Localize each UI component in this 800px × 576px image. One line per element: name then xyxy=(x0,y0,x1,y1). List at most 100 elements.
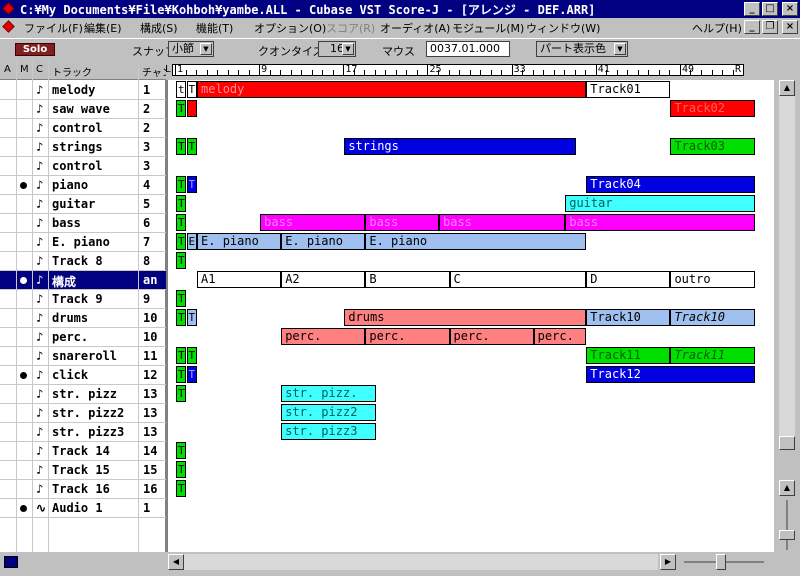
track-row[interactable]: ♪ str. pizz2 13 xyxy=(0,404,166,423)
track-channel[interactable]: 6 xyxy=(143,216,165,230)
track-name[interactable]: snareroll xyxy=(52,349,136,363)
arrange-part[interactable]: T xyxy=(186,366,197,383)
track-name[interactable]: str. pizz3 xyxy=(52,425,136,439)
track-name[interactable]: melody xyxy=(52,83,136,97)
arrange-part[interactable]: guitar xyxy=(565,195,755,212)
arrange-part[interactable]: perc. xyxy=(281,328,366,345)
track-channel[interactable]: 15 xyxy=(143,463,165,477)
doc-minimize-button[interactable]: _ xyxy=(744,20,760,34)
arrange-part[interactable]: T xyxy=(186,176,197,193)
arrange-part[interactable]: D xyxy=(586,271,671,288)
scroll-track[interactable] xyxy=(779,96,795,436)
mute-dot-icon[interactable] xyxy=(20,277,27,284)
track-name[interactable]: click xyxy=(52,368,136,382)
zoom-slider-thumb[interactable] xyxy=(779,530,795,540)
quantize-select[interactable]: 16 ▼ xyxy=(318,41,356,57)
arrange-part[interactable]: T xyxy=(176,290,186,307)
menu-score[interactable]: スコア(R) xyxy=(326,20,375,36)
arrange-part[interactable]: Track02 xyxy=(670,100,755,117)
arrange-part[interactable]: T xyxy=(176,252,186,269)
track-channel[interactable]: 13 xyxy=(143,406,165,420)
scroll-thumb[interactable] xyxy=(779,436,795,450)
header-class[interactable]: C xyxy=(36,64,43,75)
track-channel[interactable]: 5 xyxy=(143,197,165,211)
track-row[interactable]: ♪ str. pizz3 13 xyxy=(0,423,166,442)
arrange-part[interactable]: str. pizz. xyxy=(281,385,376,402)
track-channel[interactable]: 1 xyxy=(143,501,165,515)
track-name[interactable]: drums xyxy=(52,311,136,325)
arrange-part[interactable]: str. pizz3 xyxy=(281,423,376,440)
arrange-part[interactable]: Track11 xyxy=(670,347,755,364)
track-name[interactable]: perc. xyxy=(52,330,136,344)
arrange-part[interactable]: A1 xyxy=(197,271,282,288)
arrange-part[interactable]: A2 xyxy=(281,271,366,288)
app-icon[interactable] xyxy=(2,2,15,15)
arrange-part[interactable]: t xyxy=(176,81,186,98)
track-channel[interactable]: an xyxy=(143,273,165,287)
arrange-part[interactable]: perc. xyxy=(449,328,534,345)
track-row[interactable]: ♪ Track 8 8 xyxy=(0,252,166,271)
track-name[interactable]: control xyxy=(52,159,136,173)
track-row[interactable]: ♪ bass 6 xyxy=(0,214,166,233)
track-row[interactable]: ♪ click 12 xyxy=(0,366,166,385)
track-name[interactable]: Track 9 xyxy=(52,292,136,306)
arrange-part[interactable]: E. piano xyxy=(365,233,587,250)
arrange-part[interactable]: bass xyxy=(260,214,366,231)
horizontal-scrollbar[interactable]: ◀ ▶ xyxy=(0,552,800,576)
track-name[interactable]: str. pizz2 xyxy=(52,406,136,420)
arrange-part[interactable]: T xyxy=(186,138,197,155)
track-channel[interactable]: 10 xyxy=(143,311,165,325)
arrange-part[interactable]: str. pizz2 xyxy=(281,404,376,421)
arrange-part[interactable]: T xyxy=(176,214,186,231)
vertical-scrollbar[interactable]: ▲ ▲ xyxy=(774,60,800,552)
arrange-part[interactable]: strings xyxy=(344,138,576,155)
track-channel[interactable]: 9 xyxy=(143,292,165,306)
track-channel[interactable]: 1 xyxy=(143,83,165,97)
track-row[interactable]: ♪ guitar 5 xyxy=(0,195,166,214)
arrange-part[interactable]: perc. xyxy=(533,328,587,345)
track-name[interactable]: piano xyxy=(52,178,136,192)
track-channel[interactable]: 13 xyxy=(143,425,165,439)
arrange-part[interactable]: bass xyxy=(565,214,755,231)
track-row[interactable]: ♪ drums 10 xyxy=(0,309,166,328)
scroll-right-icon[interactable]: ▶ xyxy=(660,554,676,570)
arrange-part[interactable]: B xyxy=(365,271,450,288)
arrange-part[interactable]: T xyxy=(176,347,186,364)
track-channel[interactable]: 7 xyxy=(143,235,165,249)
track-name[interactable]: str. pizz xyxy=(52,387,136,401)
menu-audio[interactable]: オーディオ(A) xyxy=(380,20,450,36)
scroll-left-icon[interactable]: ◀ xyxy=(168,554,184,570)
track-row[interactable]: ♪ Track 15 15 xyxy=(0,461,166,480)
menu-help[interactable]: ヘルプ(H) xyxy=(692,20,742,36)
arrange-part[interactable]: C xyxy=(449,271,587,288)
bar-ruler[interactable]: 1 9 17 25 33 41 49 L R xyxy=(165,60,766,80)
mute-dot-icon[interactable] xyxy=(20,182,27,189)
track-name[interactable]: strings xyxy=(52,140,136,154)
arrange-part[interactable]: Track04 xyxy=(586,176,755,193)
track-channel[interactable]: 8 xyxy=(143,254,165,268)
track-channel[interactable]: 13 xyxy=(143,387,165,401)
arrange-part[interactable]: Track10 xyxy=(670,309,755,326)
arrange-part[interactable]: Track01 xyxy=(586,81,671,98)
arrange-area[interactable]: t Tmelody Track01 T Track02 T Tstrings Track03 T… xyxy=(166,80,774,552)
arrange-part[interactable]: T xyxy=(176,480,186,497)
status-icon[interactable] xyxy=(4,556,18,568)
arrange-part[interactable]: T xyxy=(176,309,186,326)
arrange-part[interactable]: T xyxy=(176,176,186,193)
track-row[interactable]: ♪ E. piano 7 xyxy=(0,233,166,252)
track-name[interactable]: control xyxy=(52,121,136,135)
track-channel[interactable]: 16 xyxy=(143,482,165,496)
arrange-part[interactable] xyxy=(186,100,197,117)
track-row[interactable]: ♪ perc. 10 xyxy=(0,328,166,347)
track-name[interactable]: saw wave xyxy=(52,102,136,116)
snap-select[interactable]: 小節 ▼ xyxy=(168,41,214,57)
track-row[interactable]: ♪ strings 3 xyxy=(0,138,166,157)
arrange-part[interactable]: T xyxy=(176,385,186,402)
arrange-part[interactable]: outro xyxy=(670,271,755,288)
arrange-part[interactable]: melody xyxy=(197,81,587,98)
arrange-part[interactable]: T xyxy=(186,81,197,98)
track-row[interactable]: ♪ melody 1 xyxy=(0,81,166,100)
track-row[interactable]: ♪ Track 14 14 xyxy=(0,442,166,461)
maximize-button[interactable]: □ xyxy=(762,2,778,16)
arrange-part[interactable]: Track11 xyxy=(586,347,671,364)
